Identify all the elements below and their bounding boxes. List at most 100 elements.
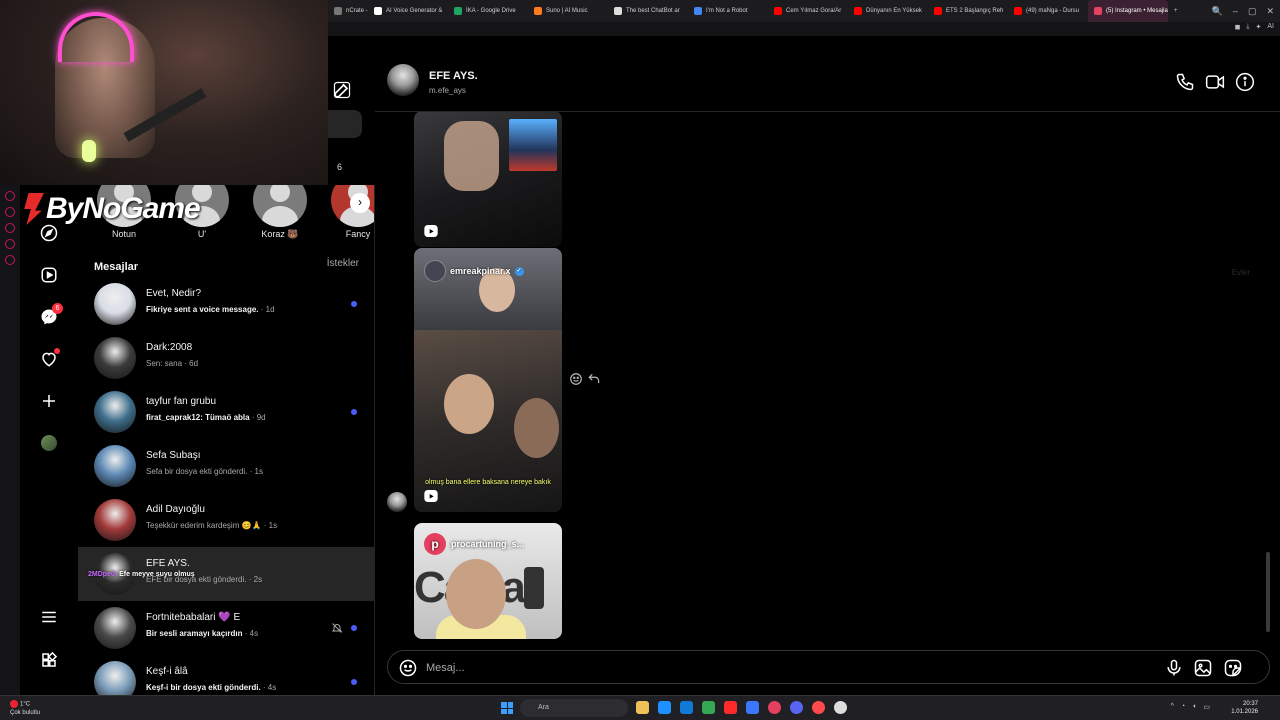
info-icon[interactable] — [1235, 72, 1255, 92]
tab-search-icon[interactable]: 🔍 — [1212, 6, 1223, 17]
conversation-time: · 1s — [249, 467, 263, 476]
sidebar-app-icon[interactable] — [5, 239, 15, 249]
mic-icon[interactable] — [1164, 658, 1184, 678]
tab-label: I'm Not a Robot — [706, 8, 748, 14]
muted-bell-icon — [331, 623, 343, 633]
menu-icon[interactable] — [39, 607, 59, 627]
conversation-preview: Teşekkür ederim kardeşim 😊🙏 · 1s — [146, 521, 277, 530]
browser-tab[interactable]: İKA - Google Drive — [448, 0, 528, 22]
browser-tab[interactable]: ETS 2 Başlangıç Reh — [928, 0, 1008, 22]
taskbar-app-icon[interactable] — [680, 701, 693, 714]
taskbar-app-icon[interactable] — [812, 701, 825, 714]
requests-link[interactable]: İstekler — [327, 258, 359, 269]
reply-icon[interactable] — [587, 372, 601, 386]
explore-icon[interactable] — [39, 223, 59, 243]
reels-icon[interactable] — [39, 265, 59, 285]
taskbar-app-icon[interactable] — [702, 701, 715, 714]
reel-message[interactable]: emreakpinar.x ✓ olmuş bana ellere baksan… — [414, 248, 562, 512]
conversation-item[interactable]: tayfur fan grubu firat_caprak12: Tümaö ab… — [78, 385, 374, 439]
sidebar-app-icon[interactable] — [5, 207, 15, 217]
messenger-icon[interactable]: 6 — [39, 303, 63, 327]
story-item[interactable]: Fancy — [328, 185, 374, 239]
stories-next-button[interactable]: › — [350, 193, 370, 213]
headset-light — [58, 12, 134, 62]
browser-tab-bar: nCrate - M AI Voice Generator & İKA - Goog… — [328, 0, 1280, 22]
reel-author[interactable]: p procartuning_s... — [424, 533, 524, 555]
conversation-time: · 9d — [251, 413, 266, 422]
minimize-icon[interactable]: – — [1233, 6, 1238, 16]
reel-message[interactable]: Ca na p procartuning_s... — [414, 523, 562, 639]
compose-icon[interactable] — [332, 80, 352, 100]
taskbar-app-icon[interactable] — [636, 701, 649, 714]
reel-message[interactable] — [414, 112, 562, 247]
sidebar-app-icon[interactable] — [5, 255, 15, 265]
browser-tab[interactable]: Cem Yılmaz Gora/Ar — [768, 0, 848, 22]
ai-button[interactable]: AI — [1267, 23, 1274, 31]
browser-tab[interactable]: (5) Instagram • Mesajlar — [1088, 0, 1168, 22]
browser-tab[interactable]: AI Voice Generator & — [368, 0, 448, 22]
taskbar-app-icon[interactable] — [790, 701, 803, 714]
reel-thumbnail — [524, 567, 544, 609]
taskbar-search[interactable]: Ara — [520, 699, 628, 717]
message-input[interactable] — [426, 659, 1126, 677]
conversation-item[interactable]: Dark:2008 Sen: sana · 6d — [78, 331, 374, 385]
start-button[interactable] — [501, 702, 513, 714]
taskbar-app-icon[interactable] — [834, 701, 847, 714]
story-item[interactable]: Koraz 🐻 — [250, 185, 310, 240]
reel-icon — [424, 490, 438, 502]
react-emoji-icon[interactable] — [569, 372, 583, 386]
browser-tab[interactable]: Dünyanın En Yüksek — [848, 0, 928, 22]
chat-avatar[interactable] — [387, 64, 419, 96]
conversation-preview: Sefa bir dosya ekti gönderdi. · 1s — [146, 467, 263, 476]
browser-tab[interactable]: I'm Not a Robot — [688, 0, 768, 22]
chat-contact-name[interactable]: EFE AYS. — [429, 70, 478, 82]
conversation-item[interactable]: EFE AYS. EFE bir dosya ekti gönderdi. · 2… — [78, 547, 374, 601]
weather-temp: 1°C — [20, 701, 31, 708]
tab-label: Cem Yılmaz Gora/Ar — [786, 8, 842, 14]
sidebar-app-icon[interactable] — [5, 191, 15, 201]
message-thread: emreakpinar.x ✓ olmuş bana ellere baksan… — [375, 112, 1280, 639]
message-composer — [387, 650, 1270, 684]
scrollbar-thumb[interactable] — [1266, 552, 1270, 632]
close-icon[interactable]: ✕ — [1266, 6, 1274, 17]
new-tab-button[interactable]: + — [1168, 0, 1184, 22]
taskbar-app-icon[interactable] — [658, 701, 671, 714]
conversation-item[interactable]: Fortnitebabalari 💜 E Bir sesli aramayı ka… — [78, 601, 374, 655]
taskbar-clock[interactable]: 20:37 1.01.2026 — [1231, 700, 1258, 716]
image-icon[interactable] — [1193, 658, 1213, 678]
sidebar-app-icon[interactable] — [5, 223, 15, 233]
taskbar-app-icon[interactable] — [746, 701, 759, 714]
video-icon[interactable] — [1205, 72, 1225, 92]
emoji-icon[interactable] — [398, 658, 418, 678]
wifi-icon[interactable]: ◔ — [1181, 703, 1185, 711]
reel-thumbnail — [446, 559, 506, 629]
browser-tab[interactable]: nCrate - M — [328, 0, 368, 22]
extensions-icon[interactable]: ✦ — [1256, 23, 1262, 31]
conversation-item[interactable]: Adil Dayıoğlu Teşekkür ederim kardeşim 😊🙏… — [78, 493, 374, 547]
weather-widget[interactable]: 1°C Çok bulutlu — [10, 700, 40, 717]
plus-icon[interactable] — [39, 391, 59, 411]
conversation-item[interactable]: Sefa Subaşı Sefa bir dosya ekti gönderdi.… — [78, 439, 374, 493]
browser-tab[interactable]: The best ChatBot ar — [608, 0, 688, 22]
browser-tab[interactable]: Suno | AI Music — [528, 0, 608, 22]
phone-icon[interactable] — [1175, 72, 1195, 92]
conversation-time: · 1s — [263, 521, 278, 530]
conversation-item[interactable]: Evet, Nedir? Fikriye sent a voice message… — [78, 277, 374, 331]
apps-icon[interactable] — [39, 650, 59, 670]
heart-icon[interactable] — [39, 348, 60, 369]
chat-scrollbar[interactable] — [1266, 152, 1270, 639]
conversation-item[interactable]: Keşf-i âlâ Keşf-i bir dosya ekti gönderdi… — [78, 655, 374, 695]
browser-tab[interactable]: (49) maNga - Dursu — [1008, 0, 1088, 22]
tray-chevron-icon[interactable]: ^ — [1171, 703, 1174, 711]
profile-icon[interactable]: ◼ — [1235, 23, 1241, 31]
download-icon[interactable]: ⤓ — [1246, 23, 1249, 31]
reel-author[interactable]: emreakpinar.x ✓ — [424, 260, 524, 282]
taskbar-app-icon[interactable] — [768, 701, 781, 714]
maximize-icon[interactable]: ▢ — [1248, 6, 1257, 17]
profile-avatar[interactable] — [41, 435, 57, 451]
sticker-icon[interactable] — [1223, 658, 1243, 678]
volume-icon[interactable]: ◖ — [1192, 703, 1196, 711]
search-input[interactable] — [328, 110, 362, 138]
taskbar-app-icon[interactable] — [724, 701, 737, 714]
battery-icon[interactable]: ▭ — [1203, 703, 1210, 711]
